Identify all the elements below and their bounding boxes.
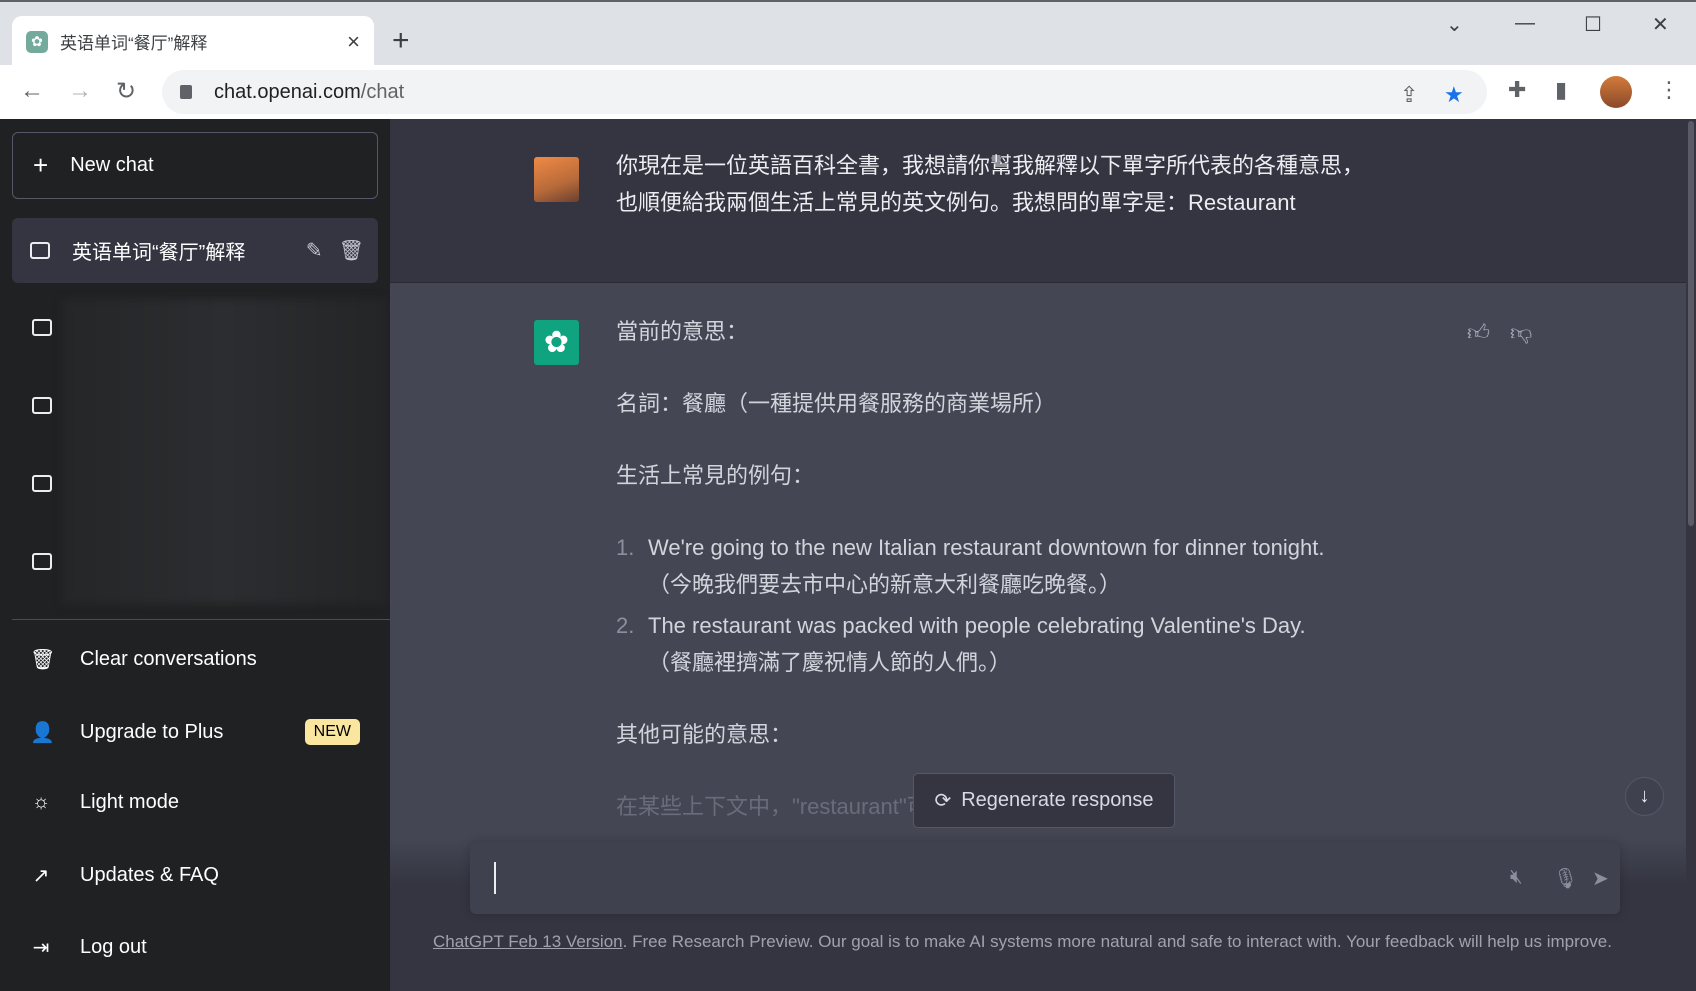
tab-search-icon[interactable]: ⌄	[1446, 12, 1463, 37]
close-window-icon[interactable]: ✕	[1652, 12, 1669, 37]
external-link-icon: ↗	[32, 865, 50, 887]
plus-icon: +	[33, 150, 49, 180]
chatgpt-favicon-icon: ✿	[26, 30, 48, 53]
sun-icon: ☼	[31, 791, 51, 813]
new-chat-label: New chat	[70, 154, 154, 176]
chat-main: 你現在是一位英語百科全書，我想請你幫我解釋以下單字所代表的各種意思， 也順便給我兩…	[390, 119, 1696, 991]
tab-title: 英语单词“餐厅”解释	[60, 34, 208, 53]
regenerate-label: Regenerate response	[961, 789, 1154, 811]
user-message-line: 你現在是一位英語百科全書，我想請你幫我解釋以下單字所代表的各種意思，	[616, 153, 1365, 178]
share-icon[interactable]: ⇪	[1400, 82, 1418, 108]
clear-conversations-button[interactable]: 🗑 Clear conversations	[30, 647, 360, 672]
user-avatar	[534, 157, 579, 202]
chat-bubble-icon[interactable]	[32, 397, 52, 414]
bookmark-star-icon[interactable]: ★	[1444, 82, 1464, 108]
refresh-icon: ⟳	[934, 790, 952, 812]
user-icon: 👤	[30, 721, 55, 744]
back-icon[interactable]: ←	[20, 77, 44, 105]
conversation-title: 英语单词“餐厅”解释	[72, 242, 246, 264]
chat-bubble-icon[interactable]	[32, 475, 52, 492]
section-heading: 生活上常見的例句：	[616, 463, 815, 488]
updates-faq-link[interactable]: ↗ Updates & FAQ	[30, 863, 360, 888]
new-chat-button[interactable]: + New chat	[12, 132, 378, 199]
version-link[interactable]: ChatGPT Feb 13 Version	[433, 932, 623, 951]
edit-icon[interactable]: ✎	[306, 238, 323, 263]
scrollbar-thumb[interactable]	[1688, 121, 1694, 526]
close-tab-icon[interactable]: ×	[347, 29, 360, 55]
item-label: Light mode	[80, 791, 179, 813]
mic-off-icon[interactable]: 🎙︎	[1553, 866, 1578, 891]
delete-icon[interactable]: 🗑	[339, 238, 364, 263]
section-heading: 當前的意思：	[616, 319, 749, 344]
menu-icon[interactable]: ⋮	[1658, 77, 1680, 103]
item-label: Log out	[80, 936, 147, 958]
noun-definition: 名詞：餐廳（一種提供用餐服務的商業場所）	[616, 391, 1057, 416]
user-message-line: 也順便給我兩個生活上常見的英文例句。我想問的單字是：Restaurant	[616, 190, 1296, 215]
log-out-button[interactable]: ⇥ Log out	[30, 935, 360, 960]
minimize-icon[interactable]: —	[1515, 12, 1535, 35]
scrollbar[interactable]	[1686, 119, 1696, 991]
browser-toolbar: ← → ↻ chat.openai.com/chat ⇪ ★ ✚ ▮ ⋮	[0, 65, 1696, 119]
item-label: Clear conversations	[80, 648, 257, 670]
address-bar[interactable]: chat.openai.com/chat ⇪ ★	[162, 70, 1487, 114]
url-path: /chat	[360, 80, 405, 103]
example-item: 1. We're going to the new Italian restaur…	[616, 535, 1325, 597]
speaker-off-icon[interactable]: 🔇︎	[1510, 866, 1523, 889]
upgrade-to-plus-button[interactable]: 👤 Upgrade to Plus NEW	[30, 719, 360, 745]
tab-bar: ✿ 英语单词“餐厅”解释 × + ⌄ — ☐ ✕	[0, 0, 1696, 67]
divider	[12, 619, 390, 620]
example-item: 2. The restaurant was packed with people …	[616, 613, 1306, 675]
lock-icon	[180, 85, 192, 99]
logout-icon: ⇥	[32, 937, 50, 959]
reload-icon[interactable]: ↻	[116, 77, 136, 106]
section-heading: 其他可能的意思：	[616, 722, 793, 747]
thumbs-down-icon[interactable]: 👎︎	[1510, 319, 1532, 346]
trash-icon: 🗑	[30, 649, 56, 671]
text-caret	[494, 862, 496, 894]
item-label: Upgrade to Plus	[80, 720, 224, 743]
extensions-icon[interactable]: ✚	[1508, 77, 1526, 103]
side-panel-icon[interactable]: ▮	[1555, 77, 1567, 103]
redacted-conversation-list	[62, 299, 387, 604]
example-list: 1. We're going to the new Italian restaur…	[616, 529, 1476, 681]
new-tab-button[interactable]: +	[392, 24, 410, 58]
url-host: chat.openai.com	[214, 80, 361, 103]
arrow-down-icon: ↓	[1639, 785, 1650, 807]
user-message: 你現在是一位英語百科全書，我想請你幫我解釋以下單字所代表的各種意思， 也順便給我兩…	[390, 119, 1686, 283]
profile-avatar[interactable]	[1600, 76, 1632, 108]
chat-bubble-icon[interactable]	[32, 319, 52, 336]
forward-icon[interactable]: →	[68, 77, 92, 105]
chat-bubble-icon[interactable]	[32, 553, 52, 570]
send-icon[interactable]: ➤	[1592, 866, 1609, 891]
browser-tab[interactable]: ✿ 英语单词“餐厅”解释 ×	[12, 16, 374, 67]
message-input[interactable]: 🔇︎ 🎙︎ ➤	[470, 842, 1620, 914]
regenerate-response-button[interactable]: ⟳ Regenerate response	[913, 773, 1175, 828]
conversation-item-active[interactable]: 英语单词“餐厅”解释 ✎ 🗑	[12, 218, 378, 283]
chatgpt-logo-icon: ✿	[534, 320, 579, 365]
new-badge: NEW	[304, 719, 360, 745]
light-mode-button[interactable]: ☼ Light mode	[30, 791, 360, 814]
footer-disclaimer: . Free Research Preview. Our goal is to …	[622, 932, 1612, 951]
chat-bubble-icon	[30, 242, 50, 259]
sidebar: + New chat 英语单词“餐厅”解释 ✎ 🗑 🗑 Clear conversat…	[0, 119, 390, 991]
maximize-icon[interactable]: ☐	[1584, 12, 1602, 37]
item-label: Updates & FAQ	[80, 864, 219, 886]
footer-text: ChatGPT Feb 13 Version. Free Research Pr…	[433, 932, 1612, 952]
scroll-down-button[interactable]: ↓	[1625, 777, 1664, 816]
